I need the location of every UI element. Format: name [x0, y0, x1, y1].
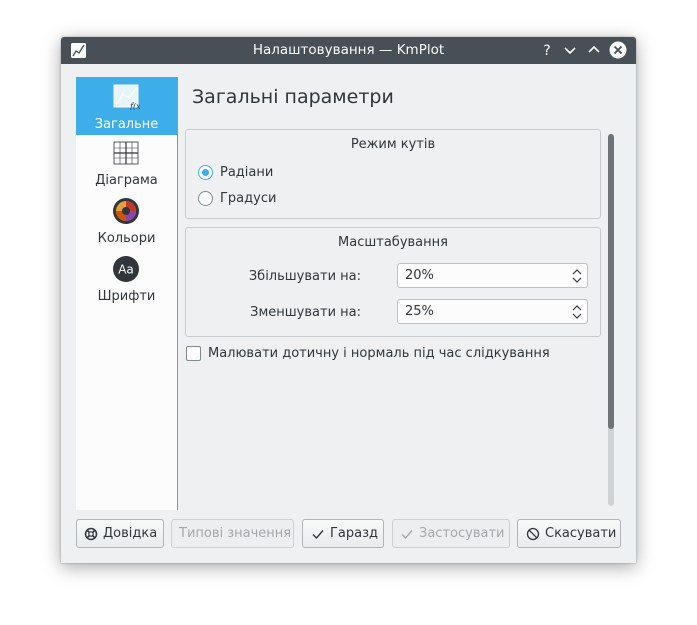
- color-wheel-icon: [112, 197, 140, 225]
- plot-icon-label: f(x): [129, 102, 140, 110]
- sidebar-item-label: Шрифти: [97, 289, 156, 304]
- checkmark-icon: [400, 527, 414, 541]
- zoom-in-label: Збільшувати на:: [248, 269, 361, 284]
- apply-button-label: Застосувати: [419, 526, 505, 541]
- sidebar-item-colors[interactable]: Кольори: [76, 193, 177, 251]
- angle-mode-title: Режим кутів: [350, 137, 436, 152]
- page-title: Загальні параметри: [192, 86, 394, 108]
- svg-text:?: ?: [543, 43, 550, 59]
- defaults-button[interactable]: Типові значення: [171, 519, 294, 548]
- general-plot-icon: f(x): [112, 82, 144, 111]
- radio-label: Градуси: [220, 191, 277, 206]
- maximize-icon[interactable]: [585, 41, 603, 59]
- fonts-icon: Aa: [112, 255, 140, 283]
- zoom-in-value: 20%: [405, 268, 434, 283]
- radio-indicator[interactable]: [198, 191, 213, 206]
- sidebar-item-label: Загальне: [94, 117, 159, 132]
- sidebar-item-fonts[interactable]: Aa Шрифти: [76, 251, 177, 309]
- ok-button[interactable]: Гаразд: [302, 519, 384, 548]
- checkbox-indicator[interactable]: [186, 346, 201, 361]
- title-bar[interactable]: Налаштовування — KmPlot ?: [61, 37, 636, 64]
- sidebar-item-diagram[interactable]: Діаграма: [76, 135, 177, 193]
- sidebar: f(x) Загальне Діаграма: [76, 77, 178, 510]
- help-lifebuoy-icon: [84, 527, 98, 541]
- sidebar-item-label: Діаграма: [95, 173, 158, 188]
- minimize-icon[interactable]: [561, 41, 579, 59]
- help-button[interactable]: Довідка: [76, 519, 164, 548]
- zoom-out-label: Зменшувати на:: [250, 305, 361, 320]
- zoom-out-value: 25%: [405, 304, 434, 319]
- zoom-out-spinbox[interactable]: 25%: [397, 299, 588, 324]
- zoom-title: Масштабування: [338, 235, 448, 250]
- cancel-button-label: Скасувати: [545, 526, 617, 541]
- apply-button[interactable]: Застосувати: [392, 519, 510, 548]
- spin-arrows-icon[interactable]: [572, 267, 582, 285]
- scrollbar-thumb[interactable]: [608, 134, 614, 429]
- angle-mode-group: Режим кутів Радіани Градуси: [185, 129, 601, 219]
- cancel-icon: [526, 527, 540, 541]
- checkbox-label: Малювати дотичну і нормаль під час слідк…: [208, 346, 550, 361]
- zoom-in-spinbox[interactable]: 20%: [397, 263, 588, 288]
- fonts-icon-text: Aa: [118, 263, 134, 277]
- checkmark-icon: [311, 527, 325, 541]
- help-icon[interactable]: ?: [538, 41, 556, 59]
- settings-dialog: Налаштовування — KmPlot ? f(Загальне Ді…: [61, 37, 636, 563]
- radio-indicator[interactable]: [198, 165, 213, 180]
- ok-button-label: Гаразд: [330, 526, 379, 541]
- scrollbar[interactable]: [608, 134, 614, 506]
- sidebar-item-label: Кольори: [97, 231, 156, 246]
- defaults-button-label: Типові значення: [179, 526, 292, 541]
- sidebar-item-general[interactable]: f(x) Загальне: [76, 77, 177, 135]
- help-button-label: Довідка: [103, 526, 158, 541]
- zoom-group: Масштабування Збільшувати на: 20% Зменшу…: [185, 227, 601, 337]
- close-icon[interactable]: [609, 41, 627, 59]
- radio-label: Радіани: [220, 165, 274, 180]
- spin-arrows-icon[interactable]: [572, 303, 582, 321]
- cancel-button[interactable]: Скасувати: [517, 519, 621, 548]
- grid-icon: [112, 139, 140, 167]
